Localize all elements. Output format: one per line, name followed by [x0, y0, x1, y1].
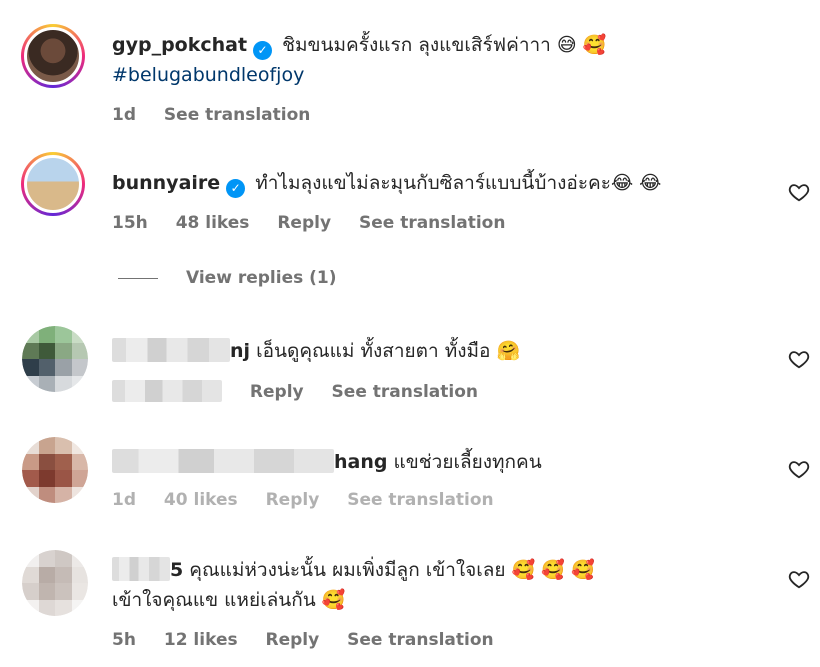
avatar[interactable]	[22, 326, 88, 392]
username[interactable]: nj	[230, 340, 250, 362]
avatar-image	[22, 550, 88, 616]
avatar[interactable]	[22, 550, 88, 616]
blurred-username	[112, 338, 230, 362]
avatar-image	[22, 326, 88, 392]
comment-text: bunnyaire ✓ ทำไมลุงแขไม่ละมุนกับซิลาร์แบบ…	[112, 168, 661, 198]
heart-icon[interactable]	[788, 458, 810, 480]
heart-icon[interactable]	[788, 348, 810, 370]
timestamp[interactable]: 15h	[112, 213, 148, 233]
comment-text: nj เอ็นดูคุณแม่ ทั้งสายตา ทั้งมือ 🤗	[112, 336, 520, 366]
comment-text: 5 คุณแม่ห่วงน่ะนั้น ผมเพิ่งมีลูก เข้าใจเ…	[112, 555, 595, 615]
comment-meta: 15h 48 likes Reply See translation	[112, 213, 527, 233]
see-translation-button[interactable]: See translation	[359, 213, 505, 233]
comment-meta: 5h 12 likes Reply See translation	[112, 630, 516, 650]
timestamp[interactable]: 1d	[112, 490, 136, 510]
avatar[interactable]	[22, 437, 88, 503]
view-replies-button[interactable]: View replies (1)	[118, 268, 337, 288]
comment-body: คุณแม่ห่วงน่ะนั้น ผมเพิ่งมีลูก เข้าใจเลย…	[189, 559, 595, 581]
comment-meta: Reply See translation	[112, 380, 500, 402]
reply-button[interactable]: Reply	[266, 630, 320, 650]
comment-body: แขช่วยเลี้ยงทุกคน	[393, 451, 542, 473]
comment-meta: 1d 40 likes Reply See translation	[112, 490, 516, 510]
comment-body: ชิมขนมครั้งแรก ลุงแขเสิร์ฟค่าาา 😅 🥰	[282, 34, 607, 56]
likes-count[interactable]: 12 likes	[164, 630, 238, 650]
blurred-username	[112, 557, 170, 581]
username[interactable]: gyp_pokchat	[112, 34, 247, 56]
likes-count[interactable]: 40 likes	[164, 490, 238, 510]
reply-button[interactable]: Reply	[266, 490, 320, 510]
avatar-image	[22, 437, 88, 503]
blurred-username	[112, 449, 334, 473]
timestamp[interactable]: 1d	[112, 105, 136, 125]
comment-meta: 1d See translation	[112, 105, 332, 125]
likes-count[interactable]: 48 likes	[176, 213, 250, 233]
username[interactable]: 5	[170, 559, 183, 581]
hashtag-link[interactable]: #belugabundleofjoy	[112, 64, 304, 86]
see-translation-button[interactable]: See translation	[347, 630, 493, 650]
comment-body-line2: เข้าใจคุณแข แหย่เล่นกัน 🥰	[112, 589, 346, 611]
heart-icon[interactable]	[788, 181, 810, 203]
divider-line	[118, 277, 158, 279]
blurred-meta	[112, 380, 222, 402]
username[interactable]: hang	[334, 451, 387, 473]
comment-body: ทำไมลุงแขไม่ละมุนกับซิลาร์แบบนี้บ้างอ่ะค…	[255, 172, 662, 194]
comment-text: hang แขช่วยเลี้ยงทุกคน	[112, 447, 542, 477]
comment-text: gyp_pokchat ✓ ชิมขนมครั้งแรก ลุงแขเสิร์ฟค…	[112, 30, 606, 90]
reply-button[interactable]: Reply	[277, 213, 331, 233]
comment-body: เอ็นดูคุณแม่ ทั้งสายตา ทั้งมือ 🤗	[256, 340, 521, 362]
verified-badge-icon: ✓	[253, 41, 273, 60]
timestamp[interactable]: 5h	[112, 630, 136, 650]
avatar[interactable]	[21, 152, 85, 216]
see-translation-button[interactable]: See translation	[347, 490, 493, 510]
view-replies-label: View replies (1)	[186, 268, 337, 288]
verified-badge-icon: ✓	[226, 179, 246, 198]
heart-icon[interactable]	[788, 568, 810, 590]
username[interactable]: bunnyaire	[112, 172, 220, 194]
reply-button[interactable]: Reply	[250, 382, 304, 402]
see-translation-button[interactable]: See translation	[332, 382, 478, 402]
see-translation-button[interactable]: See translation	[164, 105, 310, 125]
avatar[interactable]	[21, 24, 85, 88]
